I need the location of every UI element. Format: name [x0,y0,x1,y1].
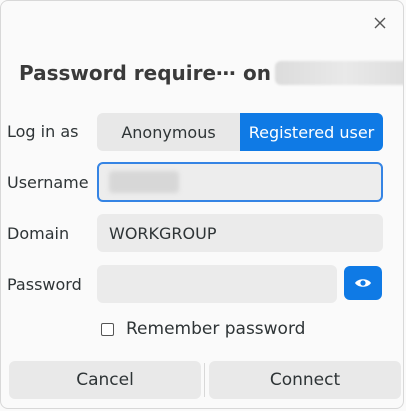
close-icon [374,17,386,29]
domain-label: Domain [7,224,70,243]
registered-user-option[interactable]: Registered user [240,113,383,151]
checkbox-box[interactable] [101,322,114,336]
redacted-username [109,171,179,193]
button-bar: Cancel Connect [9,361,401,399]
anonymous-option[interactable]: Anonymous [97,113,240,151]
remember-password-label: Remember password [126,319,306,339]
cancel-button[interactable]: Cancel [9,361,201,399]
show-password-button[interactable] [344,266,382,300]
dialog-title: Password require⋯ on [19,59,403,85]
redacted-server-name [275,60,403,85]
password-dialog: Password require⋯ on Log in as Anonymous… [0,0,404,409]
password-field[interactable] [97,265,337,303]
eye-icon [355,279,371,287]
remember-password-checkbox[interactable]: Remember password [101,319,305,339]
username-label: Username [7,173,89,192]
domain-field[interactable] [97,214,383,252]
login-mode-toggle: Anonymous Registered user [97,113,383,151]
username-field[interactable] [97,162,383,202]
domain-input[interactable] [97,214,383,252]
log-in-as-label: Log in as [7,122,79,141]
close-button[interactable] [373,15,391,33]
password-label: Password [7,275,82,294]
button-separator [204,363,205,397]
connect-button[interactable]: Connect [209,361,401,399]
password-input[interactable] [97,265,337,303]
dialog-title-text: Password require⋯ on [19,60,271,85]
